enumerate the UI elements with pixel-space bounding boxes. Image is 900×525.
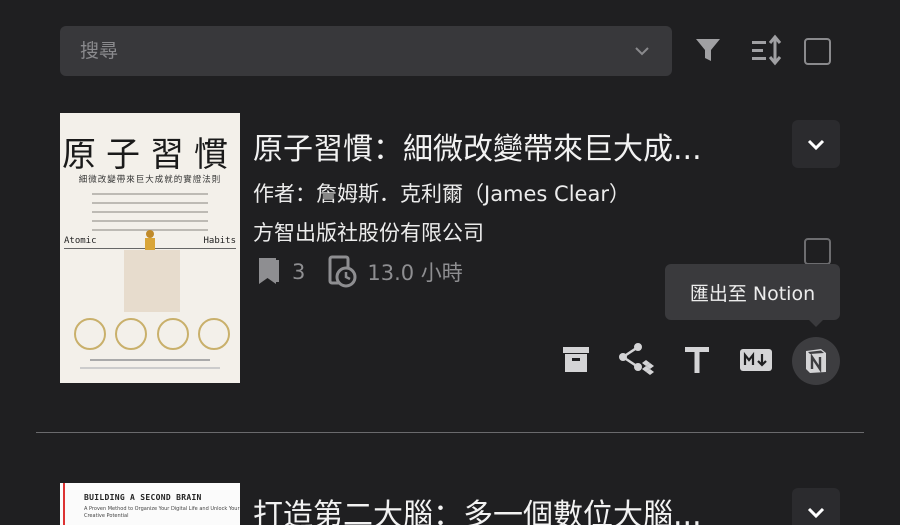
notion-export-tooltip: 匯出至 Notion bbox=[665, 264, 840, 320]
book-publisher: 方智出版社股份有限公司 bbox=[253, 221, 484, 245]
chevron-down-icon bbox=[807, 507, 825, 519]
book-select-checkbox[interactable] bbox=[804, 238, 831, 265]
cover-subtitle: A Proven Method to Organize Your Digital… bbox=[84, 506, 240, 519]
book-cover[interactable]: BUILDING A SECOND BRAIN A Proven Method … bbox=[60, 483, 240, 525]
book-cover[interactable]: 原子習慣 細微改變帶來巨大成就的實證法則 Atomic Habits bbox=[60, 113, 240, 383]
cover-english-right: Habits bbox=[203, 236, 236, 246]
book-clock-icon bbox=[328, 255, 357, 288]
filter-icon[interactable] bbox=[694, 36, 722, 64]
sort-icon[interactable] bbox=[750, 34, 784, 66]
cover-figure-head bbox=[146, 230, 154, 238]
cover-figure-body bbox=[145, 238, 155, 250]
share-dropbox-icon[interactable] bbox=[617, 341, 655, 377]
cover-subtitle: 細微改變帶來巨大成就的實證法則 bbox=[78, 175, 222, 185]
cover-accent-bar bbox=[63, 483, 65, 525]
reading-time: 13.0 小時 bbox=[367, 261, 463, 285]
book-list-page: 原子習慣 細微改變帶來巨大成就的實證法則 Atomic Habits 原子習慣：… bbox=[0, 0, 900, 525]
chevron-down-icon bbox=[807, 139, 825, 151]
cover-title: 原子習慣 bbox=[62, 135, 238, 175]
select-all-checkbox[interactable] bbox=[804, 38, 831, 65]
expand-button[interactable] bbox=[792, 120, 840, 168]
bookmark-icon bbox=[259, 258, 279, 284]
search-input[interactable] bbox=[80, 40, 632, 62]
expand-button[interactable] bbox=[792, 488, 840, 525]
book-title[interactable]: 打造第二大腦：多一個數位大腦... bbox=[253, 490, 773, 525]
cover-award-seals bbox=[74, 318, 230, 352]
archive-icon[interactable] bbox=[562, 344, 590, 374]
text-icon[interactable] bbox=[683, 345, 711, 375]
markdown-icon[interactable] bbox=[740, 349, 772, 371]
book-meta: 3 13.0 小時 bbox=[256, 255, 463, 289]
search-bar[interactable] bbox=[60, 26, 672, 76]
cover-block bbox=[124, 250, 180, 312]
highlight-count: 3 bbox=[292, 260, 306, 284]
book-author: 作者：詹姆斯．克利爾（James Clear） bbox=[253, 182, 630, 206]
cover-title: BUILDING A SECOND BRAIN bbox=[84, 493, 202, 502]
chevron-down-icon[interactable] bbox=[632, 41, 652, 61]
cover-footer-line-2 bbox=[80, 367, 220, 369]
notion-export-button[interactable] bbox=[792, 337, 840, 385]
list-divider bbox=[36, 432, 864, 433]
notion-icon bbox=[806, 349, 826, 373]
cover-footer-line bbox=[90, 359, 210, 361]
cover-english-left: Atomic bbox=[64, 236, 97, 246]
tooltip-arrow bbox=[808, 319, 824, 327]
book-title[interactable]: 原子習慣：細微改變帶來巨大成... bbox=[253, 124, 773, 168]
